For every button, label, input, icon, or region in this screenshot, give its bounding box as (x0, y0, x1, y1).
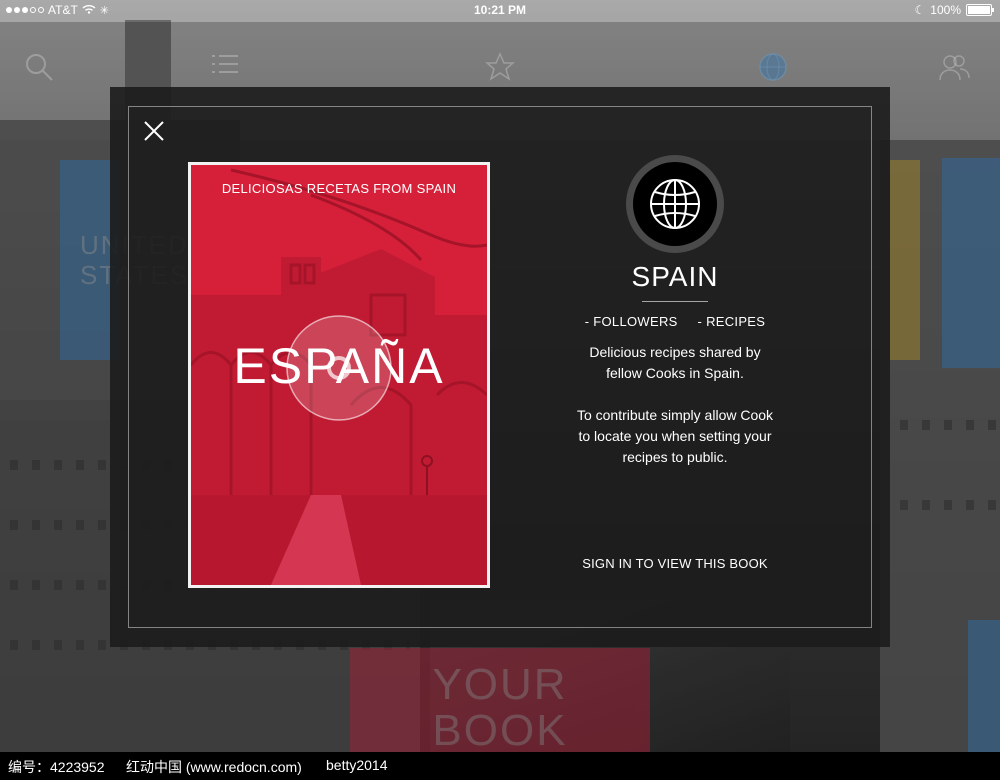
watermark-site: 红动中国 (www.redocn.com) (126, 759, 302, 775)
country-stats: - FOLLOWERS - RECIPES (550, 314, 800, 329)
sign-in-button[interactable]: SIGN IN TO VIEW THIS BOOK (550, 556, 800, 571)
battery-icon (966, 4, 994, 16)
recipes-count[interactable]: - RECIPES (698, 314, 766, 329)
moon-icon: ☾ (914, 3, 926, 17)
followers-count[interactable]: - FOLLOWERS (585, 314, 678, 329)
globe-icon (650, 179, 700, 229)
watermark-bar: 编号：4223952 红动中国 (www.redocn.com) betty20… (0, 752, 1000, 780)
status-time: 10:21 PM (473, 3, 527, 17)
cover-header: DELICIOSAS RECETAS FROM SPAIN (221, 181, 457, 196)
title-divider (642, 301, 708, 302)
country-modal: DELICIOSAS RECETAS FROM SPAIN ESPAÑA SPA… (110, 87, 890, 647)
country-badge (626, 155, 724, 253)
watermark-user: betty2014 (326, 757, 388, 773)
country-title: SPAIN (631, 261, 719, 292)
close-icon[interactable] (140, 117, 168, 145)
status-right: ☾ 100% (914, 3, 994, 17)
country-badge-inner (633, 162, 717, 246)
country-description: Delicious recipes shared by fellow Cooks… (589, 344, 761, 381)
status-bar: AT&T ✳ 10:21 PM ☾ 100% (0, 0, 1000, 22)
battery-percent: 100% (930, 3, 961, 17)
cover-title: ESPAÑA (233, 338, 445, 394)
contribute-text: To contribute simply allow Cook to locat… (576, 407, 774, 465)
book-cover[interactable]: DELICIOSAS RECETAS FROM SPAIN ESPAÑA (188, 162, 490, 588)
watermark-id: 编号：4223952 (8, 759, 105, 775)
